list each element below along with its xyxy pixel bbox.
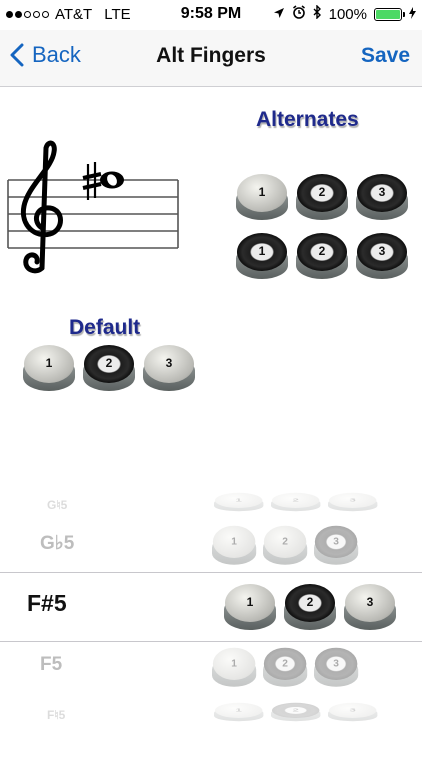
valve-3-open-icon: 3 [344,582,396,630]
default-fingering: 1 2 3 [23,343,203,391]
picker-row[interactable]: F5 1 2 3 [0,646,422,706]
location-arrow-icon [273,6,285,23]
valve-2-pressed-icon: 2 [263,646,308,687]
valve-1-open-icon: 1 [214,492,264,512]
picker-row[interactable]: F♮5 1 2 3 [0,702,422,762]
navigation-bar: Back Alt Fingers Save [0,30,422,87]
valve-2-pressed-icon: 2 [83,343,135,391]
charging-icon [409,6,416,23]
sharp-sign-icon [82,162,102,200]
valve-number: 1 [258,185,266,199]
valve-1-pressed-icon: 1 [236,231,288,279]
valve-number: 3 [165,356,173,370]
picker-row[interactable]: G♭5 1 2 3 [0,524,422,584]
picker-fingering: 1 2 3 [224,582,404,630]
treble-clef-icon [20,140,63,274]
valve-2-open-icon: 2 [271,492,321,512]
picker-row-selected[interactable]: F#5 1 2 3 [0,582,422,642]
music-staff [7,140,179,274]
save-button[interactable]: Save [361,44,410,68]
valve-1-open-icon: 1 [23,343,75,391]
alternate-fingering-2[interactable]: 1 2 3 [236,231,416,279]
valve-3-open-icon: 3 [143,343,195,391]
status-right: 100% [273,4,416,23]
valve-2-pressed-icon: 2 [271,702,321,722]
valve-3-open-icon: 3 [328,492,378,512]
battery-icon [374,7,405,21]
valve-1-open-icon: 1 [214,702,264,722]
page-title: Alt Fingers [156,44,266,67]
valve-3-pressed-icon: 3 [356,231,408,279]
note-label: F♮5 [47,708,66,722]
valve-number: 2 [292,497,299,503]
valve-number: 2 [282,657,288,669]
note-label: F5 [40,654,63,675]
valve-number: 1 [235,497,242,503]
battery-percent: 100% [328,5,367,23]
valve-number: 3 [378,185,386,199]
valve-number: 3 [333,535,339,547]
status-bar: AT&T LTE 9:58 PM 100% [0,0,422,30]
valve-2-pressed-icon: 2 [284,582,336,630]
whole-note-icon [100,171,124,189]
valve-3-open-icon: 3 [328,702,378,722]
picker-fingering: 1 2 3 [214,702,385,722]
alarm-clock-icon [292,5,306,23]
valve-3-pressed-icon: 3 [314,646,359,687]
valve-2-open-icon: 2 [263,524,308,565]
valve-number: 2 [105,356,113,370]
valve-number: 3 [366,595,374,609]
alternate-fingering-1[interactable]: 1 2 3 [236,172,416,220]
valve-number: 1 [45,356,53,370]
bluetooth-icon [313,4,322,23]
valve-number: 3 [333,657,339,669]
valve-2-pressed-icon: 2 [296,231,348,279]
valve-number: 3 [378,244,386,258]
valve-1-open-icon: 1 [236,172,288,220]
valve-number: 1 [231,535,237,547]
valve-number: 1 [258,244,266,258]
valve-1-open-icon: 1 [224,582,276,630]
valve-1-open-icon: 1 [212,646,257,687]
alternates-heading: Alternates [256,108,359,131]
valve-1-open-icon: 1 [212,524,257,565]
valve-number: 2 [306,595,314,609]
picker-fingering: 1 2 3 [214,492,385,512]
note-label: G♮5 [47,498,68,512]
valve-number: 2 [292,707,299,713]
valve-number: 1 [235,707,242,713]
valve-2-pressed-icon: 2 [296,172,348,220]
note-picker[interactable]: G♮5 1 2 3 G♭5 1 2 3 F#5 1 2 3 F5 1 2 3 F♮5 1 2 3 [0,480,422,750]
note-label: F#5 [27,590,67,616]
note-label: G♭5 [40,533,75,554]
valve-3-pressed-icon: 3 [356,172,408,220]
valve-number: 1 [246,595,254,609]
picker-fingering: 1 2 3 [212,524,365,565]
valve-number: 3 [349,707,356,713]
valve-3-pressed-icon: 3 [314,524,359,565]
picker-fingering: 1 2 3 [212,646,365,687]
valve-number: 1 [231,657,237,669]
valve-number: 2 [318,185,326,199]
valve-number: 3 [349,497,356,503]
valve-number: 2 [282,535,288,547]
default-heading: Default [69,316,141,339]
valve-number: 2 [318,244,326,258]
